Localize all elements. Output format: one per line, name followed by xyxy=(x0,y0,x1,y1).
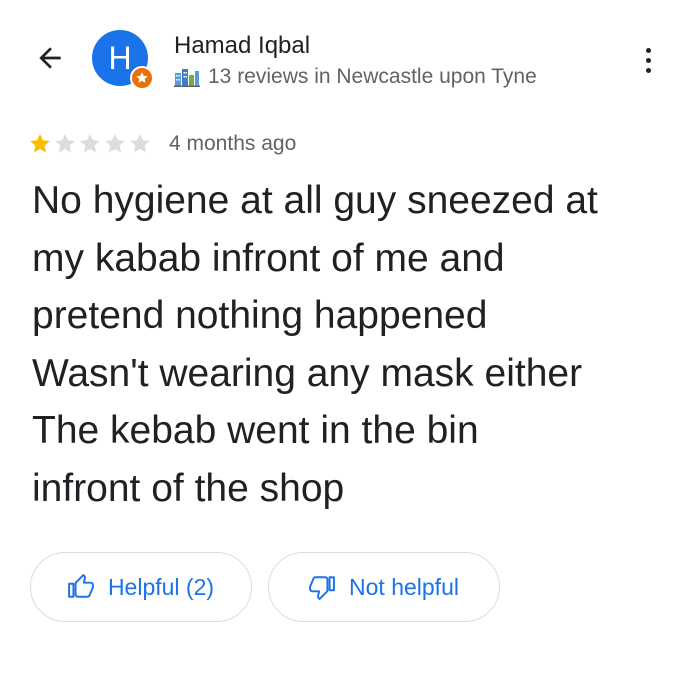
star-rating xyxy=(28,132,153,156)
review-text-line: No hygiene at all guy sneezed at xyxy=(32,179,598,222)
rating-row: 4 months ago xyxy=(28,128,296,160)
arrow-back-icon xyxy=(39,47,61,69)
review-text-line: pretend nothing happened xyxy=(32,294,488,337)
reviewer-avatar[interactable]: H xyxy=(92,30,154,90)
review-text-line: infront of the shop xyxy=(32,466,345,510)
review-header: H Hamad Iqbal 13 reviews in Newcastle up… xyxy=(0,0,700,110)
more-options-button[interactable] xyxy=(628,40,668,80)
not-helpful-button[interactable]: Not helpful xyxy=(268,552,500,622)
back-button[interactable] xyxy=(30,38,70,78)
reviewer-meta-text: 13 reviews in Newcastle upon Tyne xyxy=(208,65,537,88)
not-helpful-label: Not helpful xyxy=(349,573,459,600)
local-guide-badge-icon xyxy=(130,66,154,90)
more-vert-icon xyxy=(645,45,651,75)
review-text-line: my kabab infront of me and xyxy=(32,236,505,280)
reviewer-name[interactable]: Hamad Iqbal xyxy=(174,32,310,60)
star-empty-icon xyxy=(55,134,75,153)
review-text: No hygiene at all guy sneezed at my kaba… xyxy=(32,172,682,517)
thumb-down-icon xyxy=(309,574,335,600)
reviewer-meta: 13 reviews in Newcastle upon Tyne xyxy=(174,63,537,91)
star-empty-icon xyxy=(105,134,125,153)
review-date: 4 months ago xyxy=(169,132,297,155)
helpful-label: Helpful (2) xyxy=(107,573,215,600)
helpful-button[interactable]: Helpful (2) xyxy=(30,552,252,622)
star-empty-icon xyxy=(80,134,100,153)
star-filled-icon xyxy=(30,134,50,153)
review-text-line: Wasn't wearing any mask either xyxy=(32,351,583,395)
review-text-line: The kebab went in the bin xyxy=(32,409,479,452)
star-empty-icon xyxy=(130,134,150,153)
thumb-up-icon xyxy=(68,574,94,600)
local-guide-city-icon xyxy=(174,67,200,87)
